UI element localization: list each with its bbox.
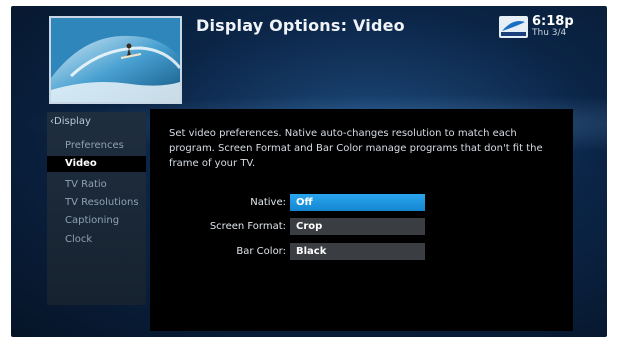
directv-logo-icon xyxy=(499,16,528,38)
sidebar-item-captioning[interactable]: Captioning xyxy=(65,214,119,228)
sidebar-item-clock[interactable]: Clock xyxy=(65,233,92,247)
clock-time: 6:18p xyxy=(532,14,574,29)
sidebar-item-video[interactable]: Video xyxy=(47,156,146,172)
native-label: Native: xyxy=(250,197,286,208)
settings-description: Set video preferences. Native auto-chang… xyxy=(169,128,543,169)
screen-format-selector[interactable]: Crop xyxy=(290,218,425,235)
sidebar-item-tv-resolutions[interactable]: TV Resolutions xyxy=(65,196,139,210)
sidebar-item-preferences[interactable]: Preferences xyxy=(65,139,124,153)
bar-color-selector[interactable]: Black xyxy=(290,243,425,260)
bar-color-label: Bar Color: xyxy=(236,246,286,257)
sidebar-item-tv-ratio[interactable]: TV Ratio xyxy=(65,178,107,192)
back-link-label: Display xyxy=(54,116,91,127)
screen-format-label: Screen Format: xyxy=(209,221,286,232)
back-link-display[interactable]: ‹Display xyxy=(50,116,91,127)
native-selector[interactable]: Off xyxy=(290,194,425,211)
page-title: Display Options: Video xyxy=(196,16,405,35)
clock-date: Thu 3/4 xyxy=(532,28,567,38)
video-preview-thumbnail xyxy=(49,16,182,104)
